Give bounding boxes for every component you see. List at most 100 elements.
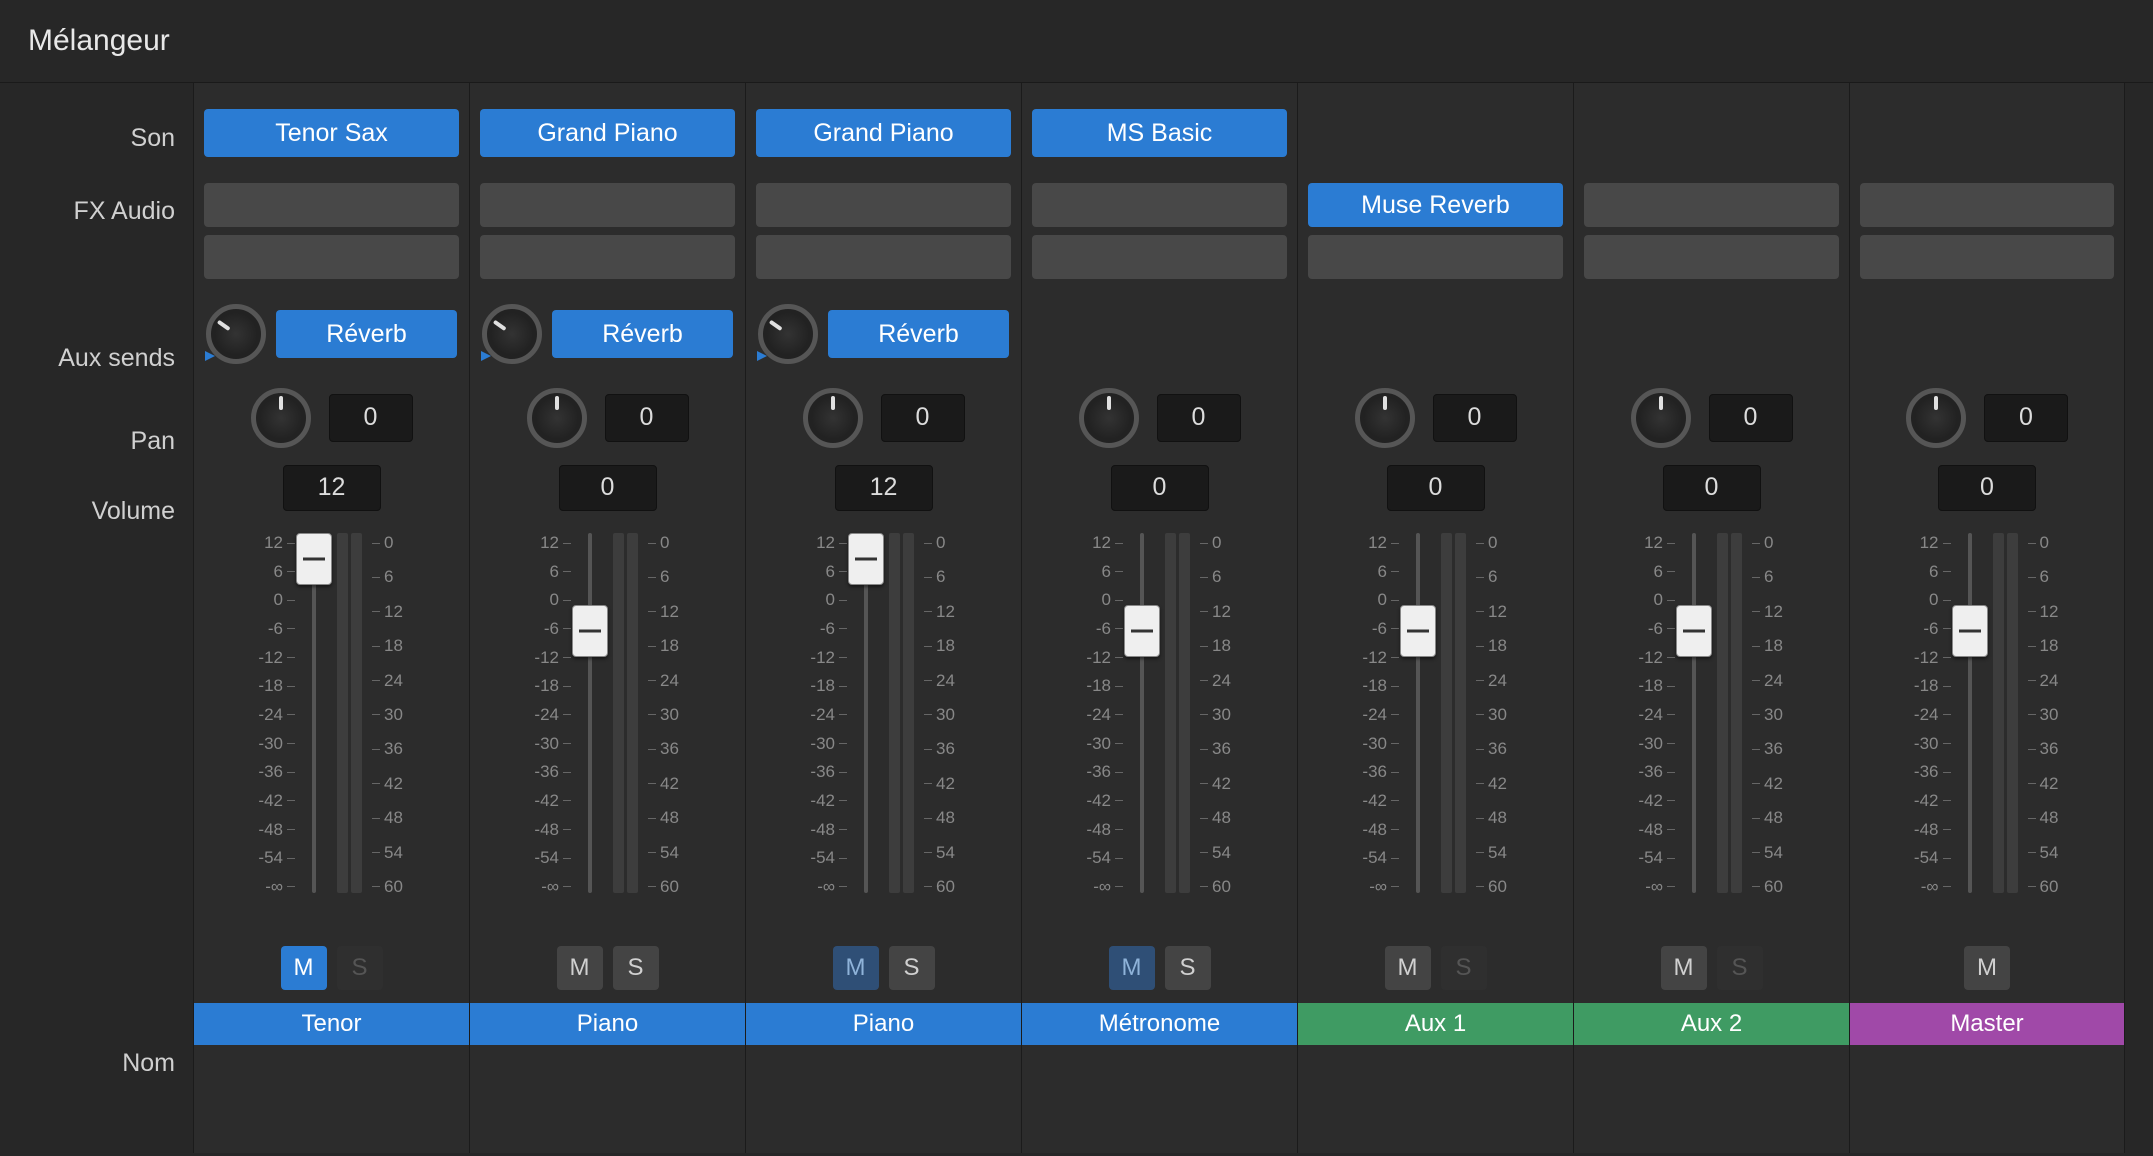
- mixer-track: Grand Piano Réverb 0 0 1260-6-12-18-24-30-36…: [469, 83, 745, 1153]
- fx-slot-1[interactable]: [204, 183, 459, 227]
- solo-button[interactable]: S: [1441, 946, 1487, 990]
- volume-value[interactable]: 0: [1111, 465, 1209, 511]
- solo-button[interactable]: S: [1165, 946, 1211, 990]
- fx-slot-2[interactable]: [756, 235, 1011, 279]
- mute-button[interactable]: M: [1661, 946, 1707, 990]
- pan-value[interactable]: 0: [881, 394, 965, 442]
- fx-slot-1[interactable]: Muse Reverb: [1308, 183, 1563, 227]
- sound-button[interactable]: Grand Piano: [756, 109, 1011, 157]
- pan-knob[interactable]: [1631, 388, 1691, 448]
- mixer: Son FX Audio Aux sends Pan Volume Nom Te…: [0, 83, 2153, 1153]
- fx-slot-1[interactable]: [1860, 183, 2114, 227]
- level-meter: [337, 533, 362, 893]
- volume-value[interactable]: 0: [559, 465, 657, 511]
- volume-value[interactable]: 0: [1387, 465, 1485, 511]
- level-meter: [613, 533, 638, 893]
- pan-value[interactable]: 0: [1709, 394, 1793, 442]
- label-pan: Pan: [0, 399, 175, 484]
- fx-slot-2[interactable]: [1584, 235, 1839, 279]
- pan-knob[interactable]: [1079, 388, 1139, 448]
- mute-button[interactable]: M: [1109, 946, 1155, 990]
- aux-send-label[interactable]: Réverb: [276, 310, 457, 358]
- sound-button[interactable]: MS Basic: [1032, 109, 1287, 157]
- meter-scale-right: 06121824303642485460: [648, 533, 684, 895]
- fader-scale-left: 1260-6-12-18-24-30-36-42-48-54-∞: [255, 533, 295, 895]
- aux-send-knob[interactable]: [206, 304, 266, 364]
- tracks-container: Tenor Sax Réverb 0 12 1260-6-12-18-24-30-36-…: [193, 83, 2125, 1153]
- label-fx: FX Audio: [0, 183, 175, 317]
- fx-slot-1[interactable]: [1032, 183, 1287, 227]
- fader-scale-left: 1260-6-12-18-24-30-36-42-48-54-∞: [1083, 533, 1123, 895]
- level-meter: [1717, 533, 1742, 893]
- sound-button[interactable]: Grand Piano: [480, 109, 735, 157]
- fx-slot-1[interactable]: [480, 183, 735, 227]
- solo-button[interactable]: S: [337, 946, 383, 990]
- fx-slot-2[interactable]: [1308, 235, 1563, 279]
- level-meter: [1441, 533, 1466, 893]
- volume-fader[interactable]: [859, 533, 873, 893]
- pan-knob[interactable]: [527, 388, 587, 448]
- volume-fader[interactable]: [583, 533, 597, 893]
- fader-scale-left: 1260-6-12-18-24-30-36-42-48-54-∞: [531, 533, 571, 895]
- track-name[interactable]: Tenor: [194, 1003, 469, 1045]
- aux-send-knob[interactable]: [482, 304, 542, 364]
- fader-scale-left: 1260-6-12-18-24-30-36-42-48-54-∞: [807, 533, 847, 895]
- volume-value[interactable]: 12: [283, 465, 381, 511]
- mute-button[interactable]: M: [557, 946, 603, 990]
- sound-button[interactable]: Tenor Sax: [204, 109, 459, 157]
- volume-fader[interactable]: [1135, 533, 1149, 893]
- label-nom: Nom: [0, 1039, 175, 1087]
- pan-value[interactable]: 0: [605, 394, 689, 442]
- pan-value[interactable]: 0: [1984, 394, 2068, 442]
- meter-scale-right: 06121824303642485460: [1476, 533, 1512, 895]
- pan-knob[interactable]: [1906, 388, 1966, 448]
- track-name[interactable]: Aux 2: [1574, 1003, 1849, 1045]
- solo-button[interactable]: S: [889, 946, 935, 990]
- fx-slot-2[interactable]: [1860, 235, 2114, 279]
- label-aux: Aux sends: [0, 317, 175, 399]
- mute-button[interactable]: M: [1964, 946, 2010, 990]
- volume-fader[interactable]: [1687, 533, 1701, 893]
- meter-scale-right: 06121824303642485460: [372, 533, 408, 895]
- pan-knob[interactable]: [803, 388, 863, 448]
- fx-slot-2[interactable]: [480, 235, 735, 279]
- meter-scale-right: 06121824303642485460: [2028, 533, 2064, 895]
- volume-fader[interactable]: [1963, 533, 1977, 893]
- track-name[interactable]: Piano: [746, 1003, 1021, 1045]
- fader-scale-left: 1260-6-12-18-24-30-36-42-48-54-∞: [1359, 533, 1399, 895]
- fx-slot-1[interactable]: [756, 183, 1011, 227]
- mute-button[interactable]: M: [833, 946, 879, 990]
- meter-scale-right: 06121824303642485460: [924, 533, 960, 895]
- solo-button[interactable]: S: [1717, 946, 1763, 990]
- pan-value[interactable]: 0: [1433, 394, 1517, 442]
- fader-scale-left: 1260-6-12-18-24-30-36-42-48-54-∞: [1635, 533, 1675, 895]
- mute-button[interactable]: M: [1385, 946, 1431, 990]
- mixer-track: Muse Reverb 0 0 1260-6-12-18-24-30-36-42-48…: [1297, 83, 1573, 1153]
- mixer-track: 001260-6-12-18-24-30-36-42-48-54-∞061218…: [1849, 83, 2125, 1153]
- track-name[interactable]: Aux 1: [1298, 1003, 1573, 1045]
- pan-knob[interactable]: [251, 388, 311, 448]
- mixer-track: MS Basic 0 0 1260-6-12-18-24-30-36-42-48-54…: [1021, 83, 1297, 1153]
- volume-value[interactable]: 0: [1938, 465, 2036, 511]
- label-volume: Volume: [0, 484, 175, 539]
- pan-value[interactable]: 0: [1157, 394, 1241, 442]
- aux-send-knob[interactable]: [758, 304, 818, 364]
- aux-send-label[interactable]: Réverb: [828, 310, 1009, 358]
- track-name[interactable]: Métronome: [1022, 1003, 1297, 1045]
- mixer-track: Grand Piano Réverb 0 12 1260-6-12-18-24-30-3…: [745, 83, 1021, 1153]
- volume-value[interactable]: 12: [835, 465, 933, 511]
- volume-fader[interactable]: [307, 533, 321, 893]
- solo-button[interactable]: S: [613, 946, 659, 990]
- aux-send-label[interactable]: Réverb: [552, 310, 733, 358]
- volume-value[interactable]: 0: [1663, 465, 1761, 511]
- fx-slot-1[interactable]: [1584, 183, 1839, 227]
- pan-value[interactable]: 0: [329, 394, 413, 442]
- volume-fader[interactable]: [1411, 533, 1425, 893]
- meter-scale-right: 06121824303642485460: [1200, 533, 1236, 895]
- fx-slot-2[interactable]: [204, 235, 459, 279]
- pan-knob[interactable]: [1355, 388, 1415, 448]
- track-name[interactable]: Master: [1850, 1003, 2124, 1045]
- mute-button[interactable]: M: [281, 946, 327, 990]
- fx-slot-2[interactable]: [1032, 235, 1287, 279]
- track-name[interactable]: Piano: [470, 1003, 745, 1045]
